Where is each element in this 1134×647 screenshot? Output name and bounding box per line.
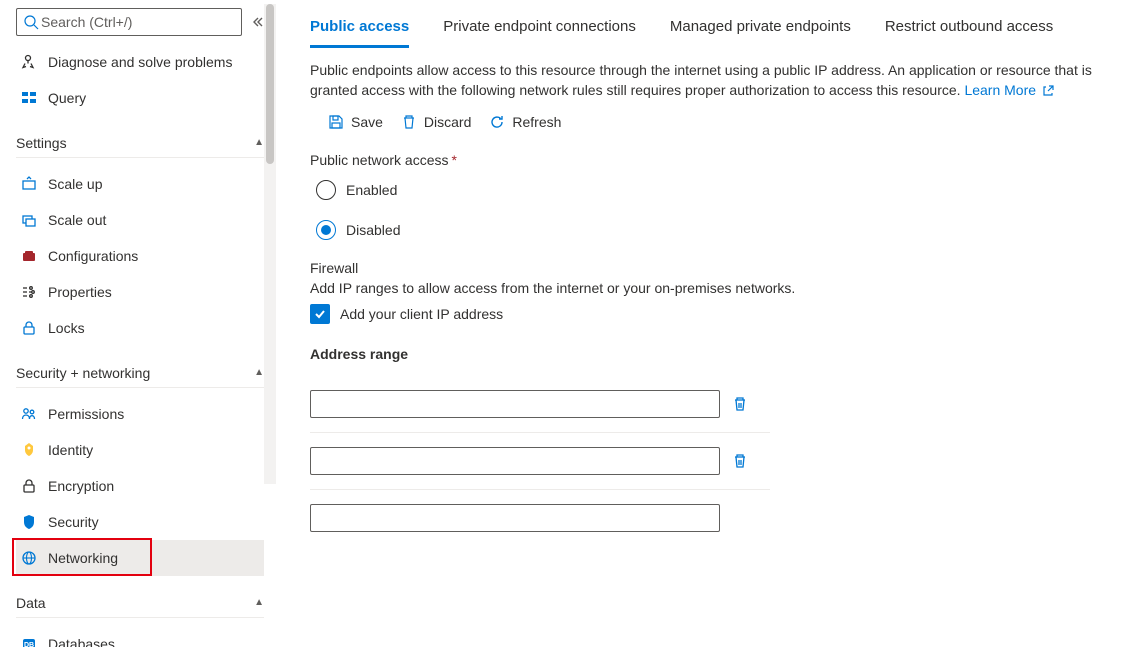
tab-managed-private-endpoints[interactable]: Managed private endpoints: [670, 12, 851, 47]
address-range-row: [310, 490, 770, 546]
address-range-row: [310, 433, 770, 490]
radio-icon: [316, 180, 336, 200]
firewall-hint: Add IP ranges to allow access from the i…: [310, 280, 1116, 296]
tab-restrict-outbound-access[interactable]: Restrict outbound access: [885, 12, 1053, 47]
nav-item-properties[interactable]: Properties: [16, 274, 264, 310]
address-range-row: [310, 376, 770, 433]
sidebar: Diagnose and solve problems Query Setting…: [0, 0, 276, 647]
collapse-sidebar-icon[interactable]: [250, 15, 264, 29]
address-range-header: Address range: [310, 346, 1116, 362]
tab-private-endpoint-connections[interactable]: Private endpoint connections: [443, 12, 636, 47]
toolbar: Save Discard Refresh: [328, 114, 1116, 130]
sidebar-search[interactable]: [16, 8, 242, 36]
section-title: Settings: [16, 135, 67, 151]
delete-row-button[interactable]: [732, 396, 748, 412]
nav-item-query[interactable]: Query: [16, 80, 264, 116]
nav-item-label: Identity: [48, 442, 260, 458]
section-header-security-networking[interactable]: Security + networking ▲: [16, 358, 264, 388]
section-header-settings[interactable]: Settings ▲: [16, 128, 264, 158]
external-link-icon: [1042, 85, 1054, 97]
nav-item-scale-up[interactable]: Scale up: [16, 166, 264, 202]
checkbox-icon: [310, 304, 330, 324]
nav-item-label: Encryption: [48, 478, 260, 494]
radio-label: Disabled: [346, 222, 400, 238]
address-range-input[interactable]: [310, 504, 720, 532]
nav-item-encryption[interactable]: Encryption: [16, 468, 264, 504]
nav-item-diagnose-and-solve-problems[interactable]: Diagnose and solve problems: [16, 44, 264, 80]
search-icon: [23, 14, 39, 30]
locks-icon: [20, 319, 38, 337]
public-network-label: Public network access*: [310, 152, 1116, 168]
chevron-up-icon: ▲: [254, 597, 264, 608]
query-icon: [20, 89, 38, 107]
nav-item-label: Query: [48, 90, 260, 106]
tabs: Public access Private endpoint connection…: [310, 12, 1116, 48]
refresh-button[interactable]: Refresh: [489, 114, 561, 130]
nav-item-configurations[interactable]: Configurations: [16, 238, 264, 274]
nav-item-locks[interactable]: Locks: [16, 310, 264, 346]
firewall-title: Firewall: [310, 260, 1116, 276]
nav-item-label: Networking: [48, 550, 260, 566]
identity-icon: [20, 441, 38, 459]
description-text: Public endpoints allow access to this re…: [310, 60, 1100, 100]
nav-item-label: Locks: [48, 320, 260, 336]
radio-icon: [316, 220, 336, 240]
address-range-input[interactable]: [310, 390, 720, 418]
radio-disabled[interactable]: Disabled: [316, 220, 1116, 240]
diagnose-icon: [20, 53, 38, 71]
main-panel: Public access Private endpoint connection…: [276, 0, 1134, 647]
address-range-input[interactable]: [310, 447, 720, 475]
trash-icon: [401, 114, 417, 130]
encrypt-icon: [20, 477, 38, 495]
svg-text:DB: DB: [24, 642, 34, 647]
nav-item-scale-out[interactable]: Scale out: [16, 202, 264, 238]
nav-item-label: Configurations: [48, 248, 260, 264]
nav-item-label: Scale up: [48, 176, 260, 192]
sidebar-scrollbar[interactable]: [264, 4, 276, 484]
props-icon: [20, 283, 38, 301]
delete-row-button[interactable]: [732, 453, 748, 469]
db-icon: DB: [20, 635, 38, 647]
trash-icon: [732, 396, 748, 412]
security-icon: [20, 513, 38, 531]
network-icon: [20, 549, 38, 567]
chevron-up-icon: ▲: [254, 137, 264, 148]
tab-public-access[interactable]: Public access: [310, 12, 409, 48]
radio-enabled[interactable]: Enabled: [316, 180, 1116, 200]
nav-item-permissions[interactable]: Permissions: [16, 396, 264, 432]
section-title: Security + networking: [16, 365, 150, 381]
trash-icon: [732, 453, 748, 469]
scaleout-icon: [20, 211, 38, 229]
nav-item-label: Security: [48, 514, 260, 530]
nav-item-label: Databases: [48, 636, 260, 647]
nav-item-networking[interactable]: Networking: [16, 540, 264, 576]
nav-item-identity[interactable]: Identity: [16, 432, 264, 468]
section-title: Data: [16, 595, 46, 611]
nav-item-label: Diagnose and solve problems: [48, 54, 260, 70]
nav-item-label: Permissions: [48, 406, 260, 422]
sidebar-search-input[interactable]: [39, 13, 235, 31]
public-network-radio-group: Enabled Disabled: [316, 180, 1116, 240]
chevron-up-icon: ▲: [254, 367, 264, 378]
nav-item-databases[interactable]: DB Databases: [16, 626, 264, 647]
nav-item-security[interactable]: Security: [16, 504, 264, 540]
refresh-icon: [489, 114, 505, 130]
nav-item-label: Properties: [48, 284, 260, 300]
radio-label: Enabled: [346, 182, 397, 198]
save-icon: [328, 114, 344, 130]
scaleup-icon: [20, 175, 38, 193]
learn-more-link[interactable]: Learn More: [964, 82, 1053, 98]
add-client-ip-checkbox[interactable]: Add your client IP address: [310, 304, 1116, 324]
save-button[interactable]: Save: [328, 114, 383, 130]
section-header-data[interactable]: Data ▲: [16, 588, 264, 618]
nav-item-label: Scale out: [48, 212, 260, 228]
discard-button[interactable]: Discard: [401, 114, 471, 130]
perm-icon: [20, 405, 38, 423]
config-icon: [20, 247, 38, 265]
